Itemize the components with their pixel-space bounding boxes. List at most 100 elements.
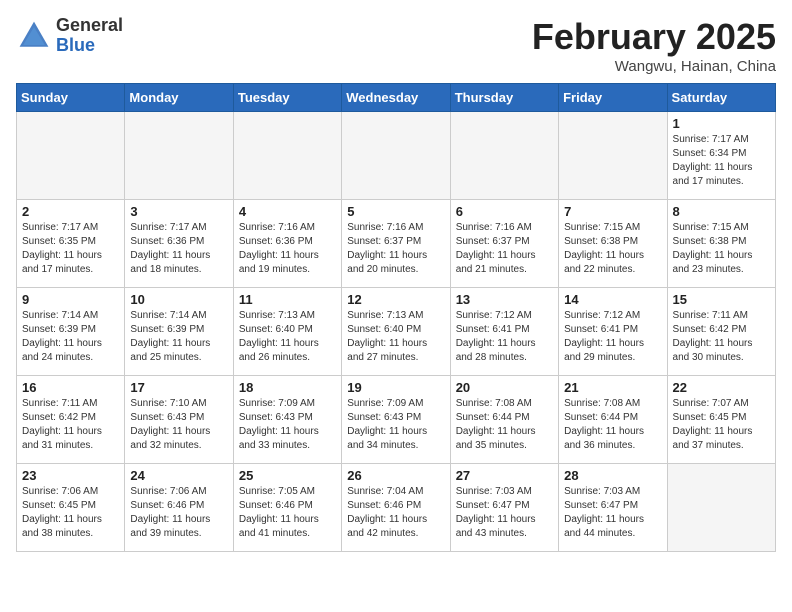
day-info: Sunrise: 7:11 AMSunset: 6:42 PMDaylight:… bbox=[22, 397, 119, 453]
day-info: Sunrise: 7:06 AMSunset: 6:46 PMDaylight:… bbox=[130, 485, 227, 541]
calendar-day: 5 Sunrise: 7:16 AMSunset: 6:37 PMDaylight… bbox=[342, 200, 450, 288]
day-number: 3 bbox=[130, 204, 227, 219]
day-number: 23 bbox=[22, 468, 119, 483]
day-info: Sunrise: 7:10 AMSunset: 6:43 PMDaylight:… bbox=[130, 397, 227, 453]
day-number: 22 bbox=[673, 380, 770, 395]
calendar-week: 16 Sunrise: 7:11 AMSunset: 6:42 PMDayligh… bbox=[17, 376, 776, 464]
day-number: 6 bbox=[456, 204, 553, 219]
calendar-day: 4 Sunrise: 7:16 AMSunset: 6:36 PMDaylight… bbox=[233, 200, 341, 288]
day-info: Sunrise: 7:14 AMSunset: 6:39 PMDaylight:… bbox=[130, 309, 227, 365]
weekday-row: SundayMondayTuesdayWednesdayThursdayFrid… bbox=[17, 84, 776, 112]
day-info: Sunrise: 7:11 AMSunset: 6:42 PMDaylight:… bbox=[673, 309, 770, 365]
calendar-body: 1Sunrise: 7:17 AMSunset: 6:34 PMDaylight… bbox=[17, 112, 776, 552]
page-header: General Blue February 2025 Wangwu, Haina… bbox=[16, 16, 776, 75]
day-number: 8 bbox=[673, 204, 770, 219]
calendar-week: 1Sunrise: 7:17 AMSunset: 6:34 PMDaylight… bbox=[17, 112, 776, 200]
day-info: Sunrise: 7:07 AMSunset: 6:45 PMDaylight:… bbox=[673, 397, 770, 453]
weekday-header: Tuesday bbox=[233, 84, 341, 112]
logo-blue: Blue bbox=[56, 36, 123, 56]
day-number: 16 bbox=[22, 380, 119, 395]
day-number: 7 bbox=[564, 204, 661, 219]
title-location: Wangwu, Hainan, China bbox=[532, 58, 776, 75]
calendar-day: 10 Sunrise: 7:14 AMSunset: 6:39 PMDayligh… bbox=[125, 288, 233, 376]
day-info: Sunrise: 7:13 AMSunset: 6:40 PMDaylight:… bbox=[239, 309, 336, 365]
day-info: Sunrise: 7:14 AMSunset: 6:39 PMDaylight:… bbox=[22, 309, 119, 365]
calendar-day: 24Sunrise: 7:06 AMSunset: 6:46 PMDayligh… bbox=[125, 464, 233, 552]
weekday-header: Monday bbox=[125, 84, 233, 112]
calendar-day: 16 Sunrise: 7:11 AMSunset: 6:42 PMDayligh… bbox=[17, 376, 125, 464]
title-month: February 2025 bbox=[532, 16, 776, 58]
calendar-day bbox=[559, 112, 667, 200]
day-info: Sunrise: 7:08 AMSunset: 6:44 PMDaylight:… bbox=[564, 397, 661, 453]
weekday-header: Sunday bbox=[17, 84, 125, 112]
day-info: Sunrise: 7:12 AMSunset: 6:41 PMDaylight:… bbox=[564, 309, 661, 365]
day-number: 10 bbox=[130, 292, 227, 307]
day-number: 2 bbox=[22, 204, 119, 219]
logo: General Blue bbox=[16, 16, 123, 56]
calendar-day: 7 Sunrise: 7:15 AMSunset: 6:38 PMDaylight… bbox=[559, 200, 667, 288]
calendar-day bbox=[667, 464, 775, 552]
calendar-day: 11 Sunrise: 7:13 AMSunset: 6:40 PMDayligh… bbox=[233, 288, 341, 376]
day-info: Sunrise: 7:04 AMSunset: 6:46 PMDaylight:… bbox=[347, 485, 444, 541]
day-info: Sunrise: 7:09 AMSunset: 6:43 PMDaylight:… bbox=[239, 397, 336, 453]
calendar-day: 20 Sunrise: 7:08 AMSunset: 6:44 PMDayligh… bbox=[450, 376, 558, 464]
day-info: Sunrise: 7:16 AMSunset: 6:37 PMDaylight:… bbox=[456, 221, 553, 277]
calendar-day: 17 Sunrise: 7:10 AMSunset: 6:43 PMDayligh… bbox=[125, 376, 233, 464]
calendar-day bbox=[125, 112, 233, 200]
day-number: 28 bbox=[564, 468, 661, 483]
calendar-day: 8Sunrise: 7:15 AMSunset: 6:38 PMDaylight… bbox=[667, 200, 775, 288]
day-info: Sunrise: 7:08 AMSunset: 6:44 PMDaylight:… bbox=[456, 397, 553, 453]
calendar-day bbox=[17, 112, 125, 200]
day-info: Sunrise: 7:05 AMSunset: 6:46 PMDaylight:… bbox=[239, 485, 336, 541]
calendar-header: SundayMondayTuesdayWednesdayThursdayFrid… bbox=[17, 84, 776, 112]
calendar-day: 23 Sunrise: 7:06 AMSunset: 6:45 PMDayligh… bbox=[17, 464, 125, 552]
calendar: SundayMondayTuesdayWednesdayThursdayFrid… bbox=[16, 83, 776, 552]
day-number: 25 bbox=[239, 468, 336, 483]
day-info: Sunrise: 7:17 AMSunset: 6:35 PMDaylight:… bbox=[22, 221, 119, 277]
calendar-day: 22 Sunrise: 7:07 AMSunset: 6:45 PMDayligh… bbox=[667, 376, 775, 464]
calendar-day: 15Sunrise: 7:11 AMSunset: 6:42 PMDayligh… bbox=[667, 288, 775, 376]
weekday-header: Friday bbox=[559, 84, 667, 112]
calendar-week: 23 Sunrise: 7:06 AMSunset: 6:45 PMDayligh… bbox=[17, 464, 776, 552]
day-info: Sunrise: 7:12 AMSunset: 6:41 PMDaylight:… bbox=[456, 309, 553, 365]
day-number: 9 bbox=[22, 292, 119, 307]
day-number: 4 bbox=[239, 204, 336, 219]
logo-icon bbox=[16, 18, 52, 54]
calendar-week: 2 Sunrise: 7:17 AMSunset: 6:35 PMDaylight… bbox=[17, 200, 776, 288]
day-number: 19 bbox=[347, 380, 444, 395]
calendar-day: 1Sunrise: 7:17 AMSunset: 6:34 PMDaylight… bbox=[667, 112, 775, 200]
day-info: Sunrise: 7:03 AMSunset: 6:47 PMDaylight:… bbox=[456, 485, 553, 541]
calendar-day: 28Sunrise: 7:03 AMSunset: 6:47 PMDayligh… bbox=[559, 464, 667, 552]
day-number: 17 bbox=[130, 380, 227, 395]
calendar-day bbox=[450, 112, 558, 200]
day-info: Sunrise: 7:06 AMSunset: 6:45 PMDaylight:… bbox=[22, 485, 119, 541]
calendar-day bbox=[233, 112, 341, 200]
day-info: Sunrise: 7:15 AMSunset: 6:38 PMDaylight:… bbox=[564, 221, 661, 277]
calendar-day: 2 Sunrise: 7:17 AMSunset: 6:35 PMDaylight… bbox=[17, 200, 125, 288]
title-block: February 2025 Wangwu, Hainan, China bbox=[532, 16, 776, 75]
calendar-day: 3Sunrise: 7:17 AMSunset: 6:36 PMDaylight… bbox=[125, 200, 233, 288]
calendar-day bbox=[342, 112, 450, 200]
day-info: Sunrise: 7:16 AMSunset: 6:36 PMDaylight:… bbox=[239, 221, 336, 277]
calendar-day: 19 Sunrise: 7:09 AMSunset: 6:43 PMDayligh… bbox=[342, 376, 450, 464]
day-info: Sunrise: 7:09 AMSunset: 6:43 PMDaylight:… bbox=[347, 397, 444, 453]
day-number: 18 bbox=[239, 380, 336, 395]
calendar-day: 18 Sunrise: 7:09 AMSunset: 6:43 PMDayligh… bbox=[233, 376, 341, 464]
calendar-day: 6 Sunrise: 7:16 AMSunset: 6:37 PMDaylight… bbox=[450, 200, 558, 288]
logo-text: General Blue bbox=[56, 16, 123, 56]
day-number: 27 bbox=[456, 468, 553, 483]
day-number: 5 bbox=[347, 204, 444, 219]
logo-general: General bbox=[56, 16, 123, 36]
day-number: 11 bbox=[239, 292, 336, 307]
day-info: Sunrise: 7:17 AMSunset: 6:34 PMDaylight:… bbox=[673, 133, 770, 189]
weekday-header: Wednesday bbox=[342, 84, 450, 112]
day-info: Sunrise: 7:16 AMSunset: 6:37 PMDaylight:… bbox=[347, 221, 444, 277]
calendar-day: 14 Sunrise: 7:12 AMSunset: 6:41 PMDayligh… bbox=[559, 288, 667, 376]
day-info: Sunrise: 7:13 AMSunset: 6:40 PMDaylight:… bbox=[347, 309, 444, 365]
day-number: 14 bbox=[564, 292, 661, 307]
day-number: 21 bbox=[564, 380, 661, 395]
weekday-header: Saturday bbox=[667, 84, 775, 112]
day-number: 20 bbox=[456, 380, 553, 395]
calendar-day: 13Sunrise: 7:12 AMSunset: 6:41 PMDayligh… bbox=[450, 288, 558, 376]
weekday-header: Thursday bbox=[450, 84, 558, 112]
